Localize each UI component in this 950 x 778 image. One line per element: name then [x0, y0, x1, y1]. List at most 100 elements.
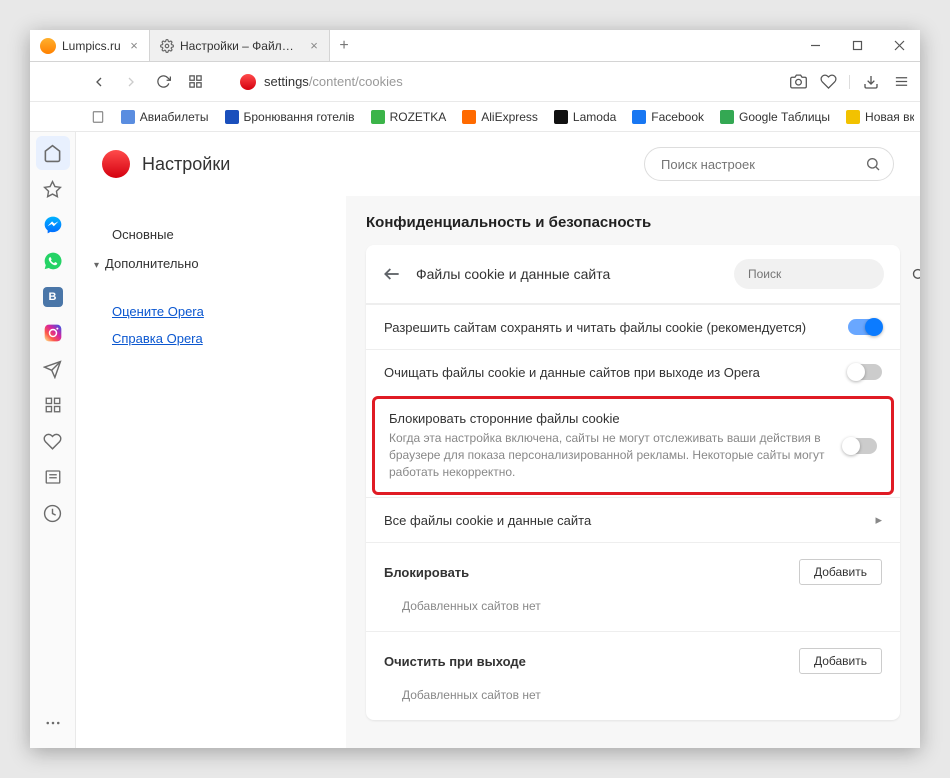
- bookmark-label: AliExpress: [481, 110, 538, 124]
- bookmark-label: Facebook: [651, 110, 704, 124]
- bookmark-item[interactable]: Lamoda: [548, 108, 622, 126]
- send-icon[interactable]: [36, 352, 70, 386]
- card-search-box[interactable]: [734, 259, 884, 289]
- bookmark-favicon: [462, 110, 476, 124]
- close-icon[interactable]: ×: [307, 39, 321, 53]
- close-button[interactable]: [878, 30, 920, 61]
- bookmark-label: ROZETKA: [390, 110, 447, 124]
- url-rest: /content/cookies: [309, 74, 403, 89]
- vertical-sidebar: B: [30, 132, 76, 748]
- settings-search-input[interactable]: [661, 157, 857, 172]
- easy-setup-button[interactable]: [888, 69, 914, 95]
- downloads-button[interactable]: [858, 69, 884, 95]
- bookmark-favicon: [720, 110, 734, 124]
- speed-dial-icon[interactable]: [36, 388, 70, 422]
- window-controls: [794, 30, 920, 61]
- show-bookmarks-icon[interactable]: [86, 104, 111, 130]
- nav-basic[interactable]: Основные: [94, 220, 346, 249]
- vk-icon[interactable]: B: [36, 280, 70, 314]
- toggle-allow-cookies[interactable]: [848, 319, 882, 335]
- star-icon[interactable]: [36, 172, 70, 206]
- bookmark-item[interactable]: Facebook: [626, 108, 710, 126]
- settings-main: Конфиденциальность и безопасность Файлы …: [346, 196, 920, 748]
- bookmark-favicon: [554, 110, 568, 124]
- page-title: Настройки: [142, 154, 632, 175]
- bookmark-favicon: [121, 110, 135, 124]
- row-block-third-party: Блокировать сторонние файлы cookie Когда…: [372, 396, 894, 495]
- row-clear-on-exit: Очищать файлы cookie и данные сайтов при…: [366, 349, 900, 394]
- reload-button[interactable]: [150, 69, 176, 95]
- row-label: Очищать файлы cookie и данные сайтов при…: [384, 365, 848, 380]
- bookmark-label: Авиабилеты: [140, 110, 209, 124]
- bookmarks-bar: Авиабилеты Бронювання готелів ROZETKA AliEx…: [30, 102, 920, 132]
- bookmark-item[interactable]: Бронювання готелів: [219, 108, 361, 126]
- nav-help-link[interactable]: Справка Opera: [94, 325, 346, 352]
- messenger-icon[interactable]: [36, 208, 70, 242]
- news-icon[interactable]: [36, 460, 70, 494]
- opera-icon: [240, 74, 256, 90]
- bookmark-button[interactable]: [815, 69, 841, 95]
- minimize-button[interactable]: [794, 30, 836, 61]
- row-description: Когда эта настройка включена, сайты не м…: [389, 430, 843, 480]
- add-clear-exit-button[interactable]: Добавить: [799, 648, 882, 674]
- nav-advanced[interactable]: Дополнительно: [94, 249, 346, 278]
- card-search-input[interactable]: [748, 267, 903, 281]
- card-title: Файлы cookie и данные сайта: [416, 266, 720, 282]
- whatsapp-icon[interactable]: [36, 244, 70, 278]
- block-label: Блокировать: [384, 565, 799, 580]
- clear-exit-empty-message: Добавленных сайтов нет: [366, 682, 900, 720]
- back-button[interactable]: [86, 69, 112, 95]
- tab-lumpics[interactable]: Lumpics.ru ×: [30, 30, 150, 61]
- url-field[interactable]: settings/content/cookies: [234, 74, 779, 90]
- toggle-block-third-party[interactable]: [843, 438, 877, 454]
- settings-page: Настройки Основные Дополнительно Оцените…: [76, 132, 920, 748]
- close-icon[interactable]: ×: [127, 39, 141, 53]
- url-prefix: settings: [264, 74, 309, 89]
- more-icon[interactable]: [36, 706, 70, 740]
- maximize-button[interactable]: [836, 30, 878, 61]
- speed-dial-button[interactable]: [182, 69, 208, 95]
- content-area: B Настройки Основные Допо: [30, 132, 920, 748]
- bookmark-label: Google Таблицы: [739, 110, 830, 124]
- forward-button[interactable]: [118, 69, 144, 95]
- bookmark-item[interactable]: ROZETKA: [365, 108, 453, 126]
- tab-label: Настройки – Файлы cookie: [180, 39, 301, 53]
- address-bar: settings/content/cookies: [30, 62, 920, 102]
- search-icon: [865, 156, 881, 172]
- bookmark-item[interactable]: Новая вкладка: [840, 108, 914, 126]
- row-all-cookies[interactable]: Все файлы cookie и данные сайта ▸: [366, 497, 900, 542]
- tab-label: Lumpics.ru: [62, 39, 121, 53]
- settings-search-box[interactable]: [644, 147, 894, 181]
- bookmark-label: Lamoda: [573, 110, 616, 124]
- page-header: Настройки: [76, 132, 920, 196]
- snapshot-button[interactable]: [785, 69, 811, 95]
- row-label: Блокировать сторонние файлы cookie: [389, 411, 843, 426]
- clear-exit-section-header: Очистить при выходе Добавить: [366, 632, 900, 682]
- row-label: Все файлы cookie и данные сайта: [384, 513, 875, 528]
- block-empty-message: Добавленных сайтов нет: [366, 593, 900, 631]
- bookmark-item[interactable]: AliExpress: [456, 108, 544, 126]
- favicon-lumpics: [40, 38, 56, 54]
- home-icon[interactable]: [36, 136, 70, 170]
- bookmark-favicon: [371, 110, 385, 124]
- tab-settings[interactable]: Настройки – Файлы cookie ×: [150, 30, 330, 61]
- heart-icon[interactable]: [36, 424, 70, 458]
- bookmark-item[interactable]: Google Таблицы: [714, 108, 836, 126]
- block-section-header: Блокировать Добавить: [366, 543, 900, 593]
- instagram-icon[interactable]: [36, 316, 70, 350]
- bookmark-label: Новая вкладка: [865, 110, 914, 124]
- toggle-clear-on-exit[interactable]: [848, 364, 882, 380]
- page-body: Основные Дополнительно Оцените Opera Спр…: [76, 196, 920, 748]
- bookmark-item[interactable]: Авиабилеты: [115, 108, 215, 126]
- browser-window: Lumpics.ru × Настройки – Файлы cookie × …: [30, 30, 920, 748]
- gear-icon: [160, 39, 174, 53]
- section-title: Конфиденциальность и безопасность: [366, 214, 900, 231]
- bookmark-favicon: [225, 110, 239, 124]
- nav-rate-link[interactable]: Оцените Opera: [94, 298, 346, 325]
- back-arrow-button[interactable]: [382, 264, 402, 284]
- add-block-button[interactable]: Добавить: [799, 559, 882, 585]
- new-tab-button[interactable]: +: [330, 30, 358, 61]
- cookies-card: Файлы cookie и данные сайта Разрешить са…: [366, 245, 900, 720]
- search-icon: [911, 267, 920, 282]
- history-icon[interactable]: [36, 496, 70, 530]
